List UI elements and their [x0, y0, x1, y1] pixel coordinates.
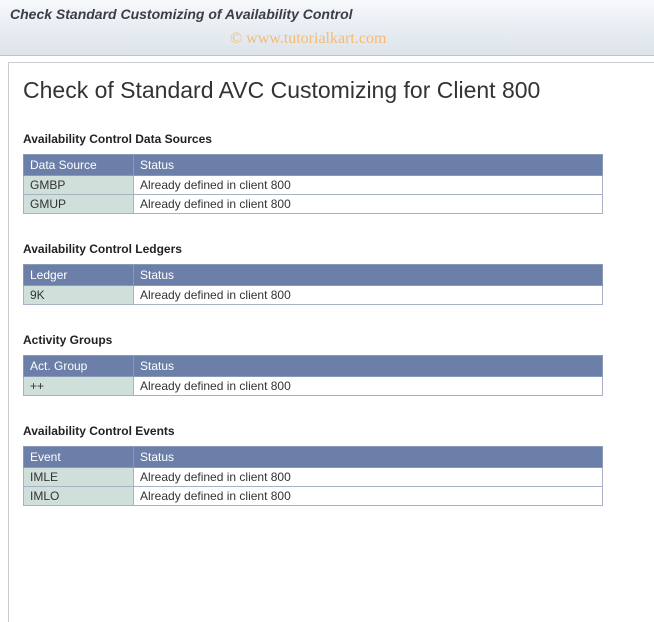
col-header: Status — [134, 356, 603, 377]
watermark-text: © www.tutorialkart.com — [230, 30, 386, 48]
window-title: Check Standard Customizing of Availabili… — [10, 6, 644, 22]
table-row: ++ Already defined in client 800 — [24, 377, 603, 396]
cell-key: ++ — [24, 377, 134, 396]
col-header: Act. Group — [24, 356, 134, 377]
col-header: Ledger — [24, 265, 134, 286]
cell-status: Already defined in client 800 — [134, 377, 603, 396]
cell-status: Already defined in client 800 — [134, 195, 603, 214]
cell-key: 9K — [24, 286, 134, 305]
cell-status: Already defined in client 800 — [134, 468, 603, 487]
col-header: Event — [24, 447, 134, 468]
col-header: Status — [134, 447, 603, 468]
cell-key: IMLE — [24, 468, 134, 487]
content-area: Check of Standard AVC Customizing for Cl… — [8, 62, 654, 622]
section-heading: Activity Groups — [23, 333, 634, 347]
events-table: Event Status IMLE Already defined in cli… — [23, 446, 603, 506]
table-row: 9K Already defined in client 800 — [24, 286, 603, 305]
cell-key: GMUP — [24, 195, 134, 214]
table-row: IMLO Already defined in client 800 — [24, 487, 603, 506]
section-events: Availability Control Events Event Status… — [23, 424, 634, 506]
cell-key: GMBP — [24, 176, 134, 195]
ledgers-table: Ledger Status 9K Already defined in clie… — [23, 264, 603, 305]
activity-groups-table: Act. Group Status ++ Already defined in … — [23, 355, 603, 396]
section-heading: Availability Control Data Sources — [23, 132, 634, 146]
section-ledgers: Availability Control Ledgers Ledger Stat… — [23, 242, 634, 305]
cell-status: Already defined in client 800 — [134, 286, 603, 305]
table-header-row: Act. Group Status — [24, 356, 603, 377]
col-header: Data Source — [24, 155, 134, 176]
data-sources-table: Data Source Status GMBP Already defined … — [23, 154, 603, 214]
section-data-sources: Availability Control Data Sources Data S… — [23, 132, 634, 214]
section-heading: Availability Control Ledgers — [23, 242, 634, 256]
table-header-row: Data Source Status — [24, 155, 603, 176]
col-header: Status — [134, 155, 603, 176]
section-heading: Availability Control Events — [23, 424, 634, 438]
section-activity-groups: Activity Groups Act. Group Status ++ Alr… — [23, 333, 634, 396]
cell-status: Already defined in client 800 — [134, 487, 603, 506]
table-row: GMUP Already defined in client 800 — [24, 195, 603, 214]
table-header-row: Event Status — [24, 447, 603, 468]
cell-status: Already defined in client 800 — [134, 176, 603, 195]
table-row: GMBP Already defined in client 800 — [24, 176, 603, 195]
table-header-row: Ledger Status — [24, 265, 603, 286]
col-header: Status — [134, 265, 603, 286]
page-title: Check of Standard AVC Customizing for Cl… — [23, 77, 634, 104]
cell-key: IMLO — [24, 487, 134, 506]
table-row: IMLE Already defined in client 800 — [24, 468, 603, 487]
